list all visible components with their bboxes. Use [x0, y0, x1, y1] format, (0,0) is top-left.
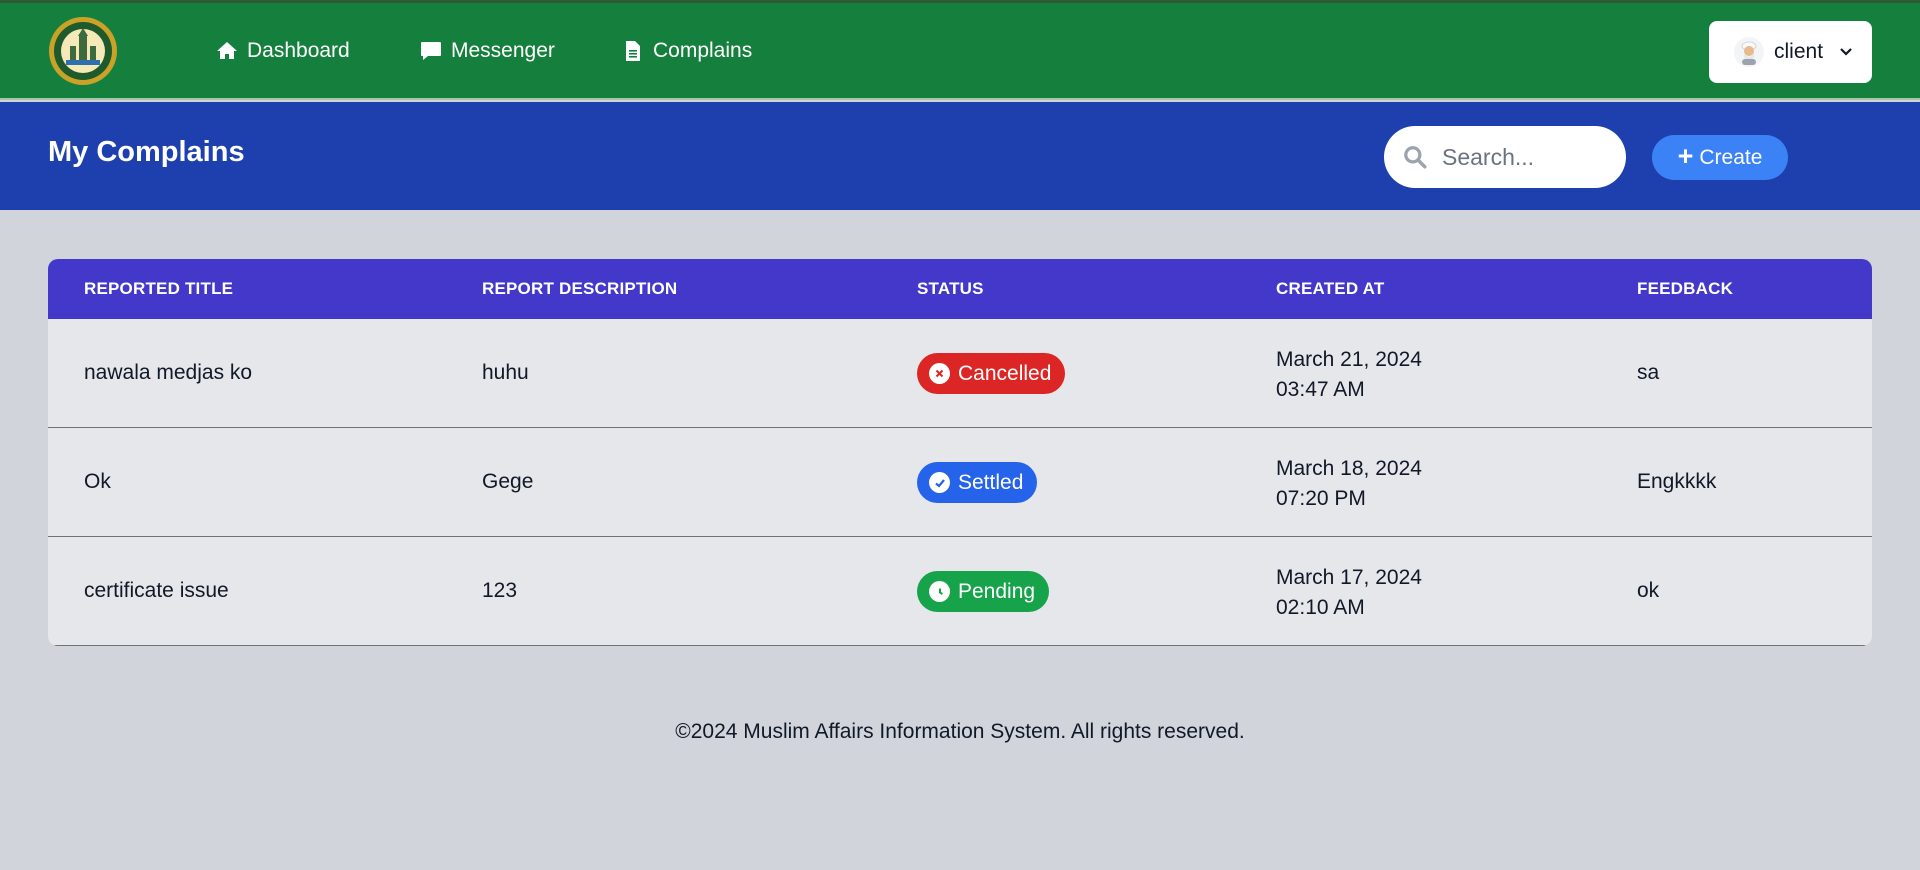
document-icon	[626, 41, 640, 61]
column-header-created-at[interactable]: CREATED AT	[1276, 279, 1384, 299]
nav-dashboard-label: Dashboard	[247, 39, 350, 62]
cell-created-at: March 21, 2024 03:47 AM	[1276, 345, 1422, 405]
page-title: My Complains	[48, 136, 245, 168]
cell-feedback: ok	[1637, 579, 1660, 602]
status-badge: Pending	[917, 571, 1050, 612]
cell-description: huhu	[482, 361, 529, 384]
created-time: 03:47 AM	[1276, 378, 1365, 401]
created-date: March 21, 2024	[1276, 348, 1422, 371]
status-badge: Cancelled	[917, 353, 1066, 394]
column-header-title[interactable]: REPORTED TITLE	[84, 279, 233, 299]
nav-messenger-label: Messenger	[451, 39, 555, 62]
table-row[interactable]: Ok Gege Settled March 18, 2024 07:20 PM …	[48, 428, 1872, 537]
chevron-down-icon	[1840, 48, 1852, 56]
complaints-table: REPORTED TITLE REPORT DESCRIPTION STATUS…	[48, 259, 1872, 646]
x-circle-icon	[929, 363, 950, 384]
top-stripe	[0, 0, 1920, 3]
nav-complains-label: Complains	[653, 39, 753, 62]
municipal-seal-logo[interactable]	[48, 16, 118, 86]
status-badge: Settled	[917, 462, 1038, 503]
created-time: 02:10 AM	[1276, 596, 1365, 619]
top-navbar: Dashboard Messenger Complains client	[0, 0, 1920, 100]
table-row[interactable]: certificate issue 123 Pending March 17, …	[48, 537, 1872, 646]
column-header-feedback[interactable]: FEEDBACK	[1637, 279, 1733, 299]
status-label: Cancelled	[958, 361, 1052, 385]
plus-icon: +	[1677, 140, 1694, 171]
search-box[interactable]	[1384, 126, 1626, 188]
table-row[interactable]: nawala medjas ko huhu Cancelled March 21…	[48, 319, 1872, 428]
search-icon	[1404, 146, 1427, 169]
user-avatar-icon	[1734, 37, 1764, 67]
user-menu-button[interactable]: client	[1709, 21, 1872, 83]
cell-description: Gege	[482, 470, 534, 493]
check-circle-icon	[929, 472, 950, 493]
cell-created-at: March 18, 2024 07:20 PM	[1276, 454, 1422, 514]
cell-created-at: March 17, 2024 02:10 AM	[1276, 563, 1422, 623]
column-header-description[interactable]: REPORT DESCRIPTION	[482, 279, 677, 299]
cell-title: Ok	[84, 470, 111, 493]
create-button-label: Create	[1699, 145, 1763, 169]
column-header-status[interactable]: STATUS	[917, 279, 984, 299]
cell-feedback: sa	[1637, 361, 1660, 384]
nav-complains[interactable]: Complains	[621, 36, 752, 66]
page-header: My Complains + Create	[0, 102, 1920, 210]
status-label: Settled	[958, 470, 1024, 494]
home-icon	[217, 42, 237, 59]
nav-dashboard[interactable]: Dashboard	[215, 36, 350, 66]
chat-icon	[421, 42, 441, 60]
status-label: Pending	[958, 579, 1036, 603]
created-date: March 18, 2024	[1276, 457, 1422, 480]
user-name: client	[1774, 40, 1824, 63]
footer-copyright: ©2024 Muslim Affairs Information System.…	[675, 720, 1245, 743]
created-time: 07:20 PM	[1276, 487, 1366, 510]
cell-feedback: Engkkkk	[1637, 470, 1717, 493]
table-header: REPORTED TITLE REPORT DESCRIPTION STATUS…	[48, 259, 1872, 319]
nav-messenger[interactable]: Messenger	[419, 36, 555, 66]
cell-description: 123	[482, 579, 518, 602]
created-date: March 17, 2024	[1276, 566, 1422, 589]
cell-title: certificate issue	[84, 579, 229, 602]
clock-icon	[929, 581, 950, 602]
search-input[interactable]	[1442, 143, 1612, 171]
create-button[interactable]: + Create	[1652, 135, 1788, 180]
cell-title: nawala medjas ko	[84, 361, 253, 384]
